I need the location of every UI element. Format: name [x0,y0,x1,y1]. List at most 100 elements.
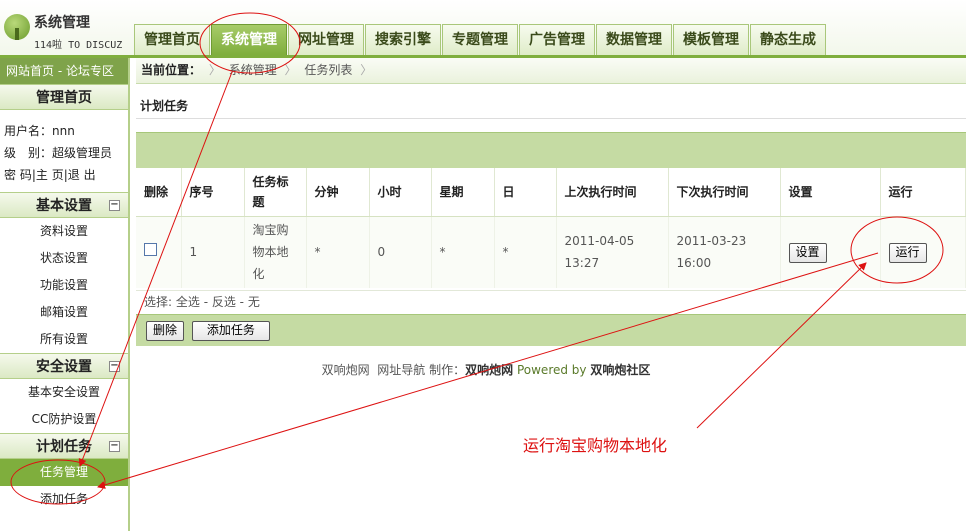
sidebar-item-status[interactable]: 状态设置 [0,245,128,272]
column-header: 分钟 [306,168,370,217]
task-title: 淘宝购物本地化 [244,216,307,288]
homepage-link[interactable]: 主 页 [36,168,64,182]
settings-cell: 设置 [780,216,881,288]
tab-url-management[interactable]: 网址管理 [288,24,364,55]
task-last-run: 2011-04-05 13:27 [556,216,669,288]
sidebar-item-basic-security[interactable]: 基本安全设置 [0,379,128,406]
column-header: 删除 [136,168,182,217]
forum-link[interactable]: 论坛专区 [66,64,114,78]
user-info: 用户名：nnn 级 别：超级管理员 密 码|主 页|退 出 [0,110,128,192]
delete-button[interactable]: 删除 [146,321,185,341]
logo-subtitle: 114啦 TO DISCUZ [34,40,123,51]
collapse-icon[interactable]: − [109,441,120,452]
breadcrumb-system[interactable]: 系统管理 [229,63,277,77]
footer-nav[interactable]: 网址导航 [377,363,425,377]
top-links-separator: - [54,64,66,78]
select-all-link[interactable]: 全选 [176,295,200,309]
section-security[interactable]: 安全设置 − [0,353,128,379]
column-header: 设置 [780,168,881,217]
delete-cell [136,216,182,288]
collapse-icon[interactable]: − [109,361,120,372]
settings-button[interactable]: 设置 [788,243,827,264]
task-weekday: * [431,216,495,288]
run-cell: 运行 [880,216,966,288]
column-header: 任务标题 [244,168,307,217]
column-header: 星期 [431,168,495,217]
username-label: 用户名： [4,124,53,138]
task-minute: * [306,216,370,288]
sidebar-top-links: 网站首页 - 论坛专区 [0,58,128,84]
site-home-link[interactable]: 网站首页 [6,64,54,78]
main-nav: 管理首页 系统管理 网址管理 搜索引擎 专题管理 广告管理 数据管理 模板管理 … [134,24,827,55]
annotation-text: 运行淘宝购物本地化 [523,436,668,455]
breadcrumb-task-list[interactable]: 任务列表 [304,63,352,77]
table-row: 1 淘宝购物本地化 * 0 * * 2011-04-05 13:27 2011-… [136,216,966,288]
user-level: 超级管理员 [52,146,113,160]
tab-topics[interactable]: 专题管理 [442,24,518,55]
action-bar: 删除 添加任务 [136,314,966,346]
footer-site[interactable]: 双响炮网 [322,363,370,377]
sidebar-item-task-management[interactable]: 任务管理 [0,459,128,486]
tab-data[interactable]: 数据管理 [596,24,672,55]
task-hour: 0 [369,216,432,288]
footer: 双响炮网 网址导航 制作：双响炮网 Powered by 双响炮社区 [136,361,836,378]
admin-page: 系统管理 114啦 TO DISCUZ 管理首页 系统管理 网址管理 搜索引擎 … [0,0,966,531]
selection-separator: - [199,295,212,309]
section-title: 基本设置 [36,198,92,214]
column-header: 序号 [181,168,245,217]
tab-admin-home[interactable]: 管理首页 [134,24,210,55]
collapse-icon[interactable]: − [109,200,120,211]
tab-templates[interactable]: 模板管理 [673,24,749,55]
run-button[interactable]: 运行 [888,243,927,264]
section-basic-settings[interactable]: 基本设置 − [0,192,128,218]
title-divider [136,118,966,119]
page-title: 计划任务 [140,99,189,113]
add-task-button[interactable]: 添加任务 [191,321,270,341]
breadcrumb-chevron-icon: 〉 [284,63,297,77]
tab-system[interactable]: 系统管理 [211,24,287,55]
section-title: 安全设置 [36,359,92,375]
sidebar-item-profile[interactable]: 资料设置 [0,218,128,245]
sidebar-item-mail[interactable]: 邮箱设置 [0,299,128,326]
breadcrumb-chevron-icon: 〉 [360,63,373,77]
footer-powered: Powered by [516,363,587,377]
section-title: 计划任务 [36,439,92,455]
sidebar-item-cc-protection[interactable]: CC防护设置 [0,406,128,433]
footer-made-label: 制作： [429,363,466,377]
column-header: 运行 [880,168,966,217]
table-toolbar [136,132,966,168]
select-none-link[interactable]: 无 [248,295,260,309]
task-next-run: 2011-03-23 16:00 [668,216,781,288]
user-links: 密 码|主 页|退 出 [4,168,96,182]
selection-separator: - [235,295,248,309]
section-scheduled-tasks[interactable]: 计划任务 − [0,433,128,459]
selection-label: 选择: [144,295,176,309]
password-link[interactable]: 密 码 [4,168,32,182]
logo: 系统管理 114啦 TO DISCUZ [0,8,130,52]
breadcrumb: 当前位置： 〉 系统管理 〉 任务列表 〉 [136,58,966,84]
selection-row: 选择: 全选 - 反选 - 无 [136,290,966,314]
sidebar-item-all-settings[interactable]: 所有设置 [0,326,128,353]
column-header: 上次执行时间 [556,168,669,217]
tree-logo-icon [4,14,30,40]
task-day: * [494,216,557,288]
footer-maker[interactable]: 双响炮网 [465,363,513,377]
invert-selection-link[interactable]: 反选 [212,295,236,309]
task-id: 1 [181,216,245,288]
sidebar-item-add-task[interactable]: 添加任务 [0,486,128,513]
task-table: 删除 序号 任务标题 分钟 小时 星期 日 上次执行时间 下次执行时间 设置 运… [136,168,966,288]
tab-search-engine[interactable]: 搜索引擎 [365,24,441,55]
tab-static-gen[interactable]: 静态生成 [750,24,826,55]
sidebar-item-features[interactable]: 功能设置 [0,272,128,299]
sidebar-admin-home[interactable]: 管理首页 [0,84,128,110]
column-header: 下次执行时间 [668,168,781,217]
tab-ads[interactable]: 广告管理 [519,24,595,55]
sidebar: 网站首页 - 论坛专区 管理首页 用户名：nnn 级 别：超级管理员 密 码|主… [0,58,130,531]
column-header: 小时 [369,168,432,217]
header: 系统管理 114啦 TO DISCUZ 管理首页 系统管理 网址管理 搜索引擎 … [0,0,966,58]
username: nnn [52,124,75,138]
footer-community[interactable]: 双响炮社区 [590,363,650,377]
logout-link[interactable]: 退 出 [68,168,96,182]
delete-checkbox[interactable] [144,243,157,257]
breadcrumb-chevron-icon: 〉 [208,63,221,77]
